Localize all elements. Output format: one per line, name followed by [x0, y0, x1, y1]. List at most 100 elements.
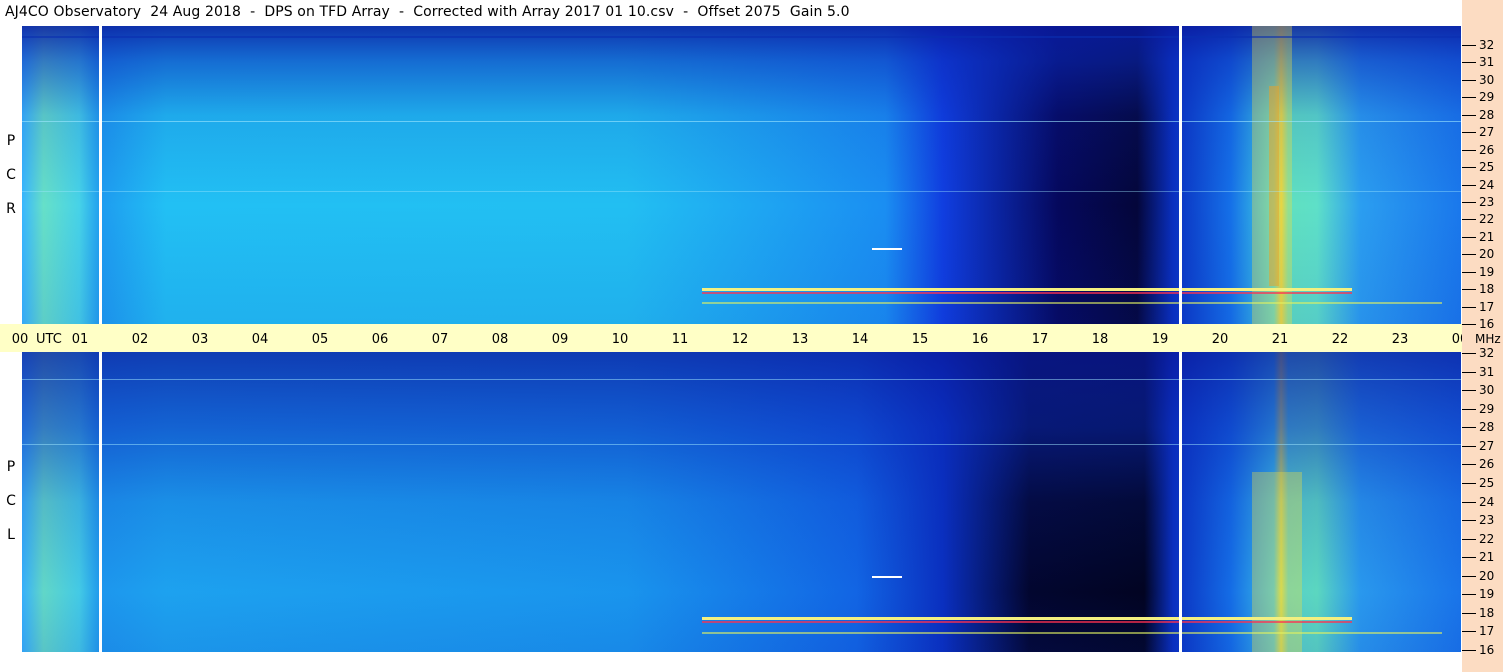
time-tick-label: 23 — [1391, 332, 1409, 347]
lcp-letter-2: C — [6, 493, 16, 509]
frequency-tick-label: 16 — [1479, 317, 1495, 331]
frequency-tick-label: 28 — [1479, 107, 1495, 122]
time-tick-label: 11 — [671, 332, 689, 347]
frequency-tick-mark — [1462, 482, 1476, 484]
frequency-tick-label: 18 — [1479, 605, 1495, 620]
time-tick-label: 07 — [431, 332, 449, 347]
lcp-spectrogram — [22, 352, 1461, 652]
frequency-tick-label: 21 — [1479, 550, 1495, 565]
frequency-tick-label: 20 — [1479, 568, 1495, 583]
frequency-tick-mark — [1462, 390, 1476, 392]
frequency-tick-label: 19 — [1479, 264, 1495, 279]
frequency-tick-label: 21 — [1479, 229, 1495, 244]
frequency-tick-label: 29 — [1479, 401, 1495, 416]
frequency-tick-mark — [1462, 594, 1476, 596]
time-tick-label: 13 — [791, 332, 809, 347]
chart-title: AJ4CO Observatory 24 Aug 2018 - DPS on T… — [5, 4, 850, 20]
frequency-tick-mark — [1462, 167, 1476, 169]
time-tick-label: 18 — [1091, 332, 1109, 347]
frequency-tick-mark — [1462, 612, 1476, 614]
frequency-tick-mark — [1462, 557, 1476, 559]
frequency-tick-mark — [1462, 62, 1476, 64]
frequency-tick-mark — [1462, 219, 1476, 221]
frequency-tick-label: 23 — [1479, 194, 1495, 209]
frequency-tick-mark — [1462, 79, 1476, 81]
frequency-tick-mark — [1462, 97, 1476, 99]
time-tick-label: 02 — [131, 332, 149, 347]
frequency-tick-label: 23 — [1479, 513, 1495, 528]
frequency-tick-mark — [1462, 371, 1476, 373]
time-tick-label: 00 — [11, 332, 29, 347]
time-tick-label: 01 — [71, 332, 89, 347]
frequency-unit-label: MHz — [1475, 332, 1501, 346]
frequency-tick-mark — [1462, 45, 1476, 46]
time-tick-label: 05 — [311, 332, 329, 347]
frequency-tick-mark — [1462, 184, 1476, 186]
rcp-letter-2: C — [6, 167, 16, 183]
frequency-tick-mark — [1462, 149, 1476, 151]
frequency-tick-mark — [1462, 631, 1476, 633]
frequency-tick-label: 19 — [1479, 587, 1495, 602]
frequency-tick-mark — [1462, 538, 1476, 540]
frequency-tick-label: 17 — [1479, 299, 1495, 314]
time-tick-label: 04 — [251, 332, 269, 347]
frequency-tick-mark — [1462, 464, 1476, 466]
frequency-tick-label: 31 — [1479, 55, 1495, 70]
frequency-tick-label: 25 — [1479, 160, 1495, 175]
rcp-letter-1: P — [6, 133, 16, 149]
time-tick-label: 08 — [491, 332, 509, 347]
lcp-spectrogram-image — [22, 352, 1461, 652]
frequency-tick-label: 20 — [1479, 247, 1495, 262]
frequency-tick-mark — [1462, 501, 1476, 503]
frequency-tick-mark — [1462, 408, 1476, 410]
frequency-tick-label: 32 — [1479, 38, 1495, 52]
frequency-tick-label: 25 — [1479, 475, 1495, 490]
frequency-tick-label: 22 — [1479, 212, 1495, 227]
time-tick-label: 06 — [371, 332, 389, 347]
lcp-letter-1: P — [6, 459, 16, 475]
lcp-letter-3: L — [7, 527, 15, 543]
time-tick-label: 20 — [1211, 332, 1229, 347]
time-axis: 00 UTC 01 02 03 04 05 06 07 08 09 10 11 12 13 14 15 16 17 1… — [0, 324, 1468, 352]
time-tick-label: 10 — [611, 332, 629, 347]
frequency-tick-label: 26 — [1479, 457, 1495, 472]
frequency-tick-label: 30 — [1479, 383, 1495, 398]
time-tick-label: 09 — [551, 332, 569, 347]
frequency-tick-label: 31 — [1479, 364, 1495, 379]
time-tick-label: 22 — [1331, 332, 1349, 347]
frequency-tick-mark — [1462, 254, 1476, 256]
frequency-tick-label: 27 — [1479, 125, 1495, 140]
frequency-tick-mark — [1462, 575, 1476, 577]
frequency-tick-label: 16 — [1479, 643, 1495, 657]
frequency-tick-mark — [1462, 650, 1476, 651]
frequency-tick-mark — [1462, 271, 1476, 273]
rcp-letter-3: R — [6, 201, 16, 217]
frequency-tick-mark — [1462, 114, 1476, 116]
time-tick-label: 16 — [971, 332, 989, 347]
frequency-tick-mark — [1462, 353, 1476, 354]
frequency-tick-mark — [1462, 201, 1476, 203]
frequency-tick-mark — [1462, 324, 1476, 325]
frequency-tick-mark — [1462, 520, 1476, 522]
frequency-tick-label: 17 — [1479, 624, 1495, 639]
time-tick-label: 03 — [191, 332, 209, 347]
time-axis-label: UTC — [36, 332, 62, 347]
rcp-spectrogram — [22, 26, 1461, 324]
frequency-tick-mark — [1462, 236, 1476, 238]
frequency-tick-label: 26 — [1479, 142, 1495, 157]
frequency-tick-label: 22 — [1479, 531, 1495, 546]
frequency-tick-mark — [1462, 132, 1476, 134]
time-tick-label: 14 — [851, 332, 869, 347]
time-tick-label: 15 — [911, 332, 929, 347]
time-tick-label: 21 — [1271, 332, 1289, 347]
frequency-tick-label: 24 — [1479, 177, 1495, 192]
rcp-spectrogram-image — [22, 26, 1461, 324]
frequency-tick-label: 24 — [1479, 494, 1495, 509]
time-tick-label: 12 — [731, 332, 749, 347]
frequency-tick-label: 28 — [1479, 420, 1495, 435]
frequency-tick-label: 27 — [1479, 438, 1495, 453]
frequency-tick-mark — [1462, 445, 1476, 447]
frequency-tick-mark — [1462, 289, 1476, 291]
frequency-tick-label: 32 — [1479, 346, 1495, 360]
time-tick-label: 17 — [1031, 332, 1049, 347]
